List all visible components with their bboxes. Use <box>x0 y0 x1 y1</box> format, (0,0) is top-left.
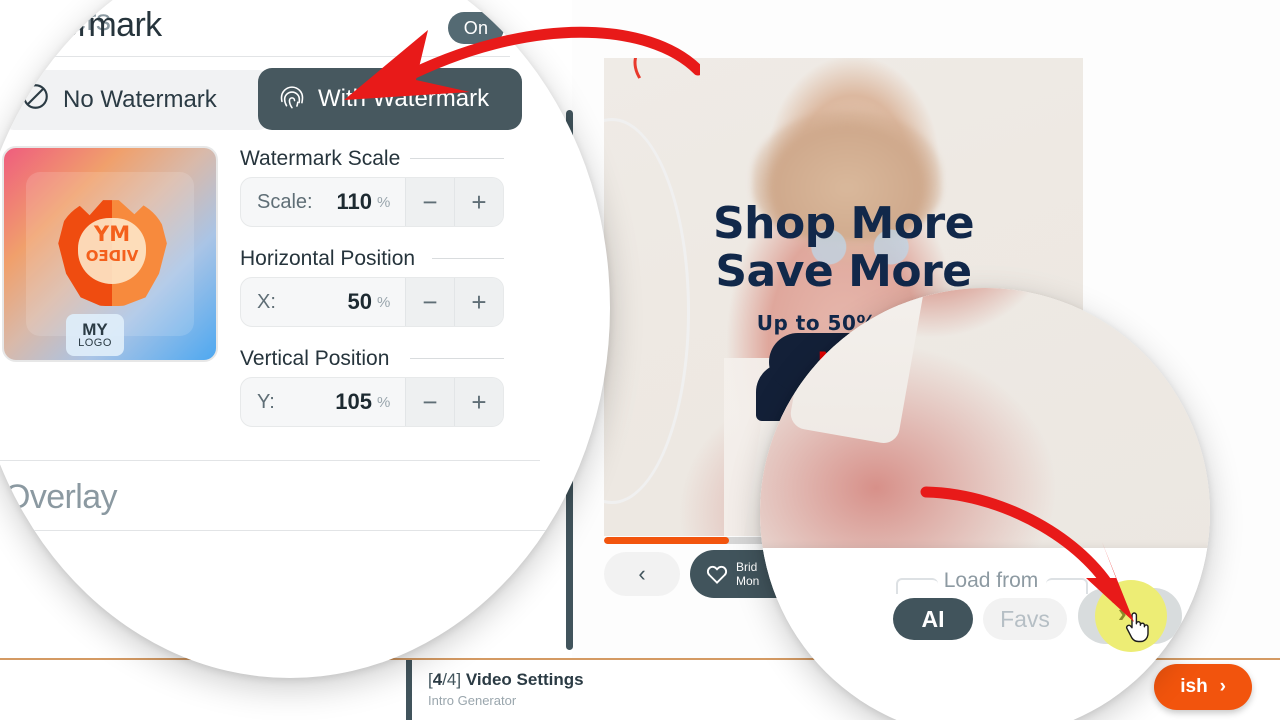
stepper-x-increment[interactable]: + <box>454 278 503 326</box>
stepper-y-value: 105 <box>335 389 372 414</box>
segment-with-watermark-label: With Watermark <box>318 85 490 112</box>
watermark-toggle[interactable]: On <box>448 12 504 44</box>
favorite-label-line1: Brid <box>736 560 758 574</box>
screenshot-root: Shop More Save More Up to 50% OFF Now! L… <box>0 0 1280 720</box>
stepper-vertical-position[interactable]: Y: 105 % − + <box>240 377 504 427</box>
previous-template-button[interactable]: ‹ <box>604 552 680 596</box>
magnified-preview-region: Lilly <box>760 288 1210 548</box>
stepper-x-decrement[interactable]: − <box>405 278 454 326</box>
header-divider-top <box>0 56 510 57</box>
watermark-logo-line2: VIDEO <box>85 247 139 265</box>
badge-line2: LOGO <box>78 337 112 349</box>
magnified-bottom-bar <box>760 548 1210 720</box>
preview-headline-line1: Shop More <box>712 198 975 249</box>
segment-no-watermark[interactable]: No Watermark <box>0 70 272 130</box>
preview-progress-fill <box>604 537 729 544</box>
divider-above-border <box>0 530 560 531</box>
no-entry-icon <box>22 83 49 117</box>
watermark-thumbnail[interactable]: MY VIDEO MY LOGO <box>2 146 218 362</box>
field-rule-scale <box>410 158 504 159</box>
stepper-y-name: Y: <box>257 390 275 413</box>
watermark-logo-graphic: MY VIDEO <box>56 198 168 306</box>
favorite-template-label: Brid Mon <box>736 560 759 588</box>
preview-headline: Shop More Save More <box>604 200 1083 296</box>
page-title: Video Settings <box>465 670 584 689</box>
stepper-scale-decrement[interactable]: − <box>405 178 454 226</box>
divider-above-overlay <box>0 460 540 461</box>
stepper-scale-unit: % <box>377 193 391 211</box>
stepper-y-increment[interactable]: + <box>454 378 503 426</box>
favorite-label-line2: Mon <box>736 574 760 588</box>
step-current: 4 <box>432 670 443 689</box>
stepper-scale-value: 110 <box>336 189 373 214</box>
watermark-logo-badge: MY LOGO <box>66 314 124 356</box>
watermark-section-title: Watermark <box>2 6 162 44</box>
border-section-title[interactable]: der <box>4 543 52 582</box>
chevron-left-icon: ‹ <box>638 561 646 586</box>
step-total: /4] <box>442 670 466 689</box>
heart-icon <box>706 564 728 584</box>
stepper-horizontal-position[interactable]: X: 50 % − + <box>240 277 504 327</box>
watermark-logo-line1: MY <box>93 222 131 246</box>
field-rule-x <box>432 258 504 259</box>
stepper-x-unit: % <box>377 293 391 311</box>
status-accent-bar <box>406 660 412 720</box>
field-rule-y <box>410 358 504 359</box>
magnifier-right-controls: Lilly <box>760 288 1210 720</box>
stepper-y-unit: % <box>377 393 391 411</box>
stepper-scale-increment[interactable]: + <box>454 178 503 226</box>
page-subtitle: Intro Generator <box>428 693 517 708</box>
fingerprint-icon <box>278 82 306 117</box>
segment-with-watermark[interactable]: With Watermark <box>258 68 522 130</box>
field-label-x: Horizontal Position <box>240 247 416 270</box>
stepper-x-name: X: <box>257 290 276 313</box>
stepper-scale-name: Scale: <box>257 190 313 213</box>
stepper-scale[interactable]: Scale: 110 % − + <box>240 177 504 227</box>
page-step-title: [4/4] Video Settings <box>428 670 584 690</box>
chevron-right-icon: › <box>1219 676 1226 697</box>
segment-no-watermark-label: No Watermark <box>63 86 217 113</box>
field-label-y: Vertical Position <box>240 347 390 370</box>
stepper-x-value: 50 <box>347 289 372 314</box>
field-label-scale: Watermark Scale <box>240 147 401 170</box>
overlay-section-title[interactable]: Overlay <box>4 478 118 517</box>
badge-line1: MY <box>82 320 108 339</box>
stepper-y-decrement[interactable]: − <box>405 378 454 426</box>
